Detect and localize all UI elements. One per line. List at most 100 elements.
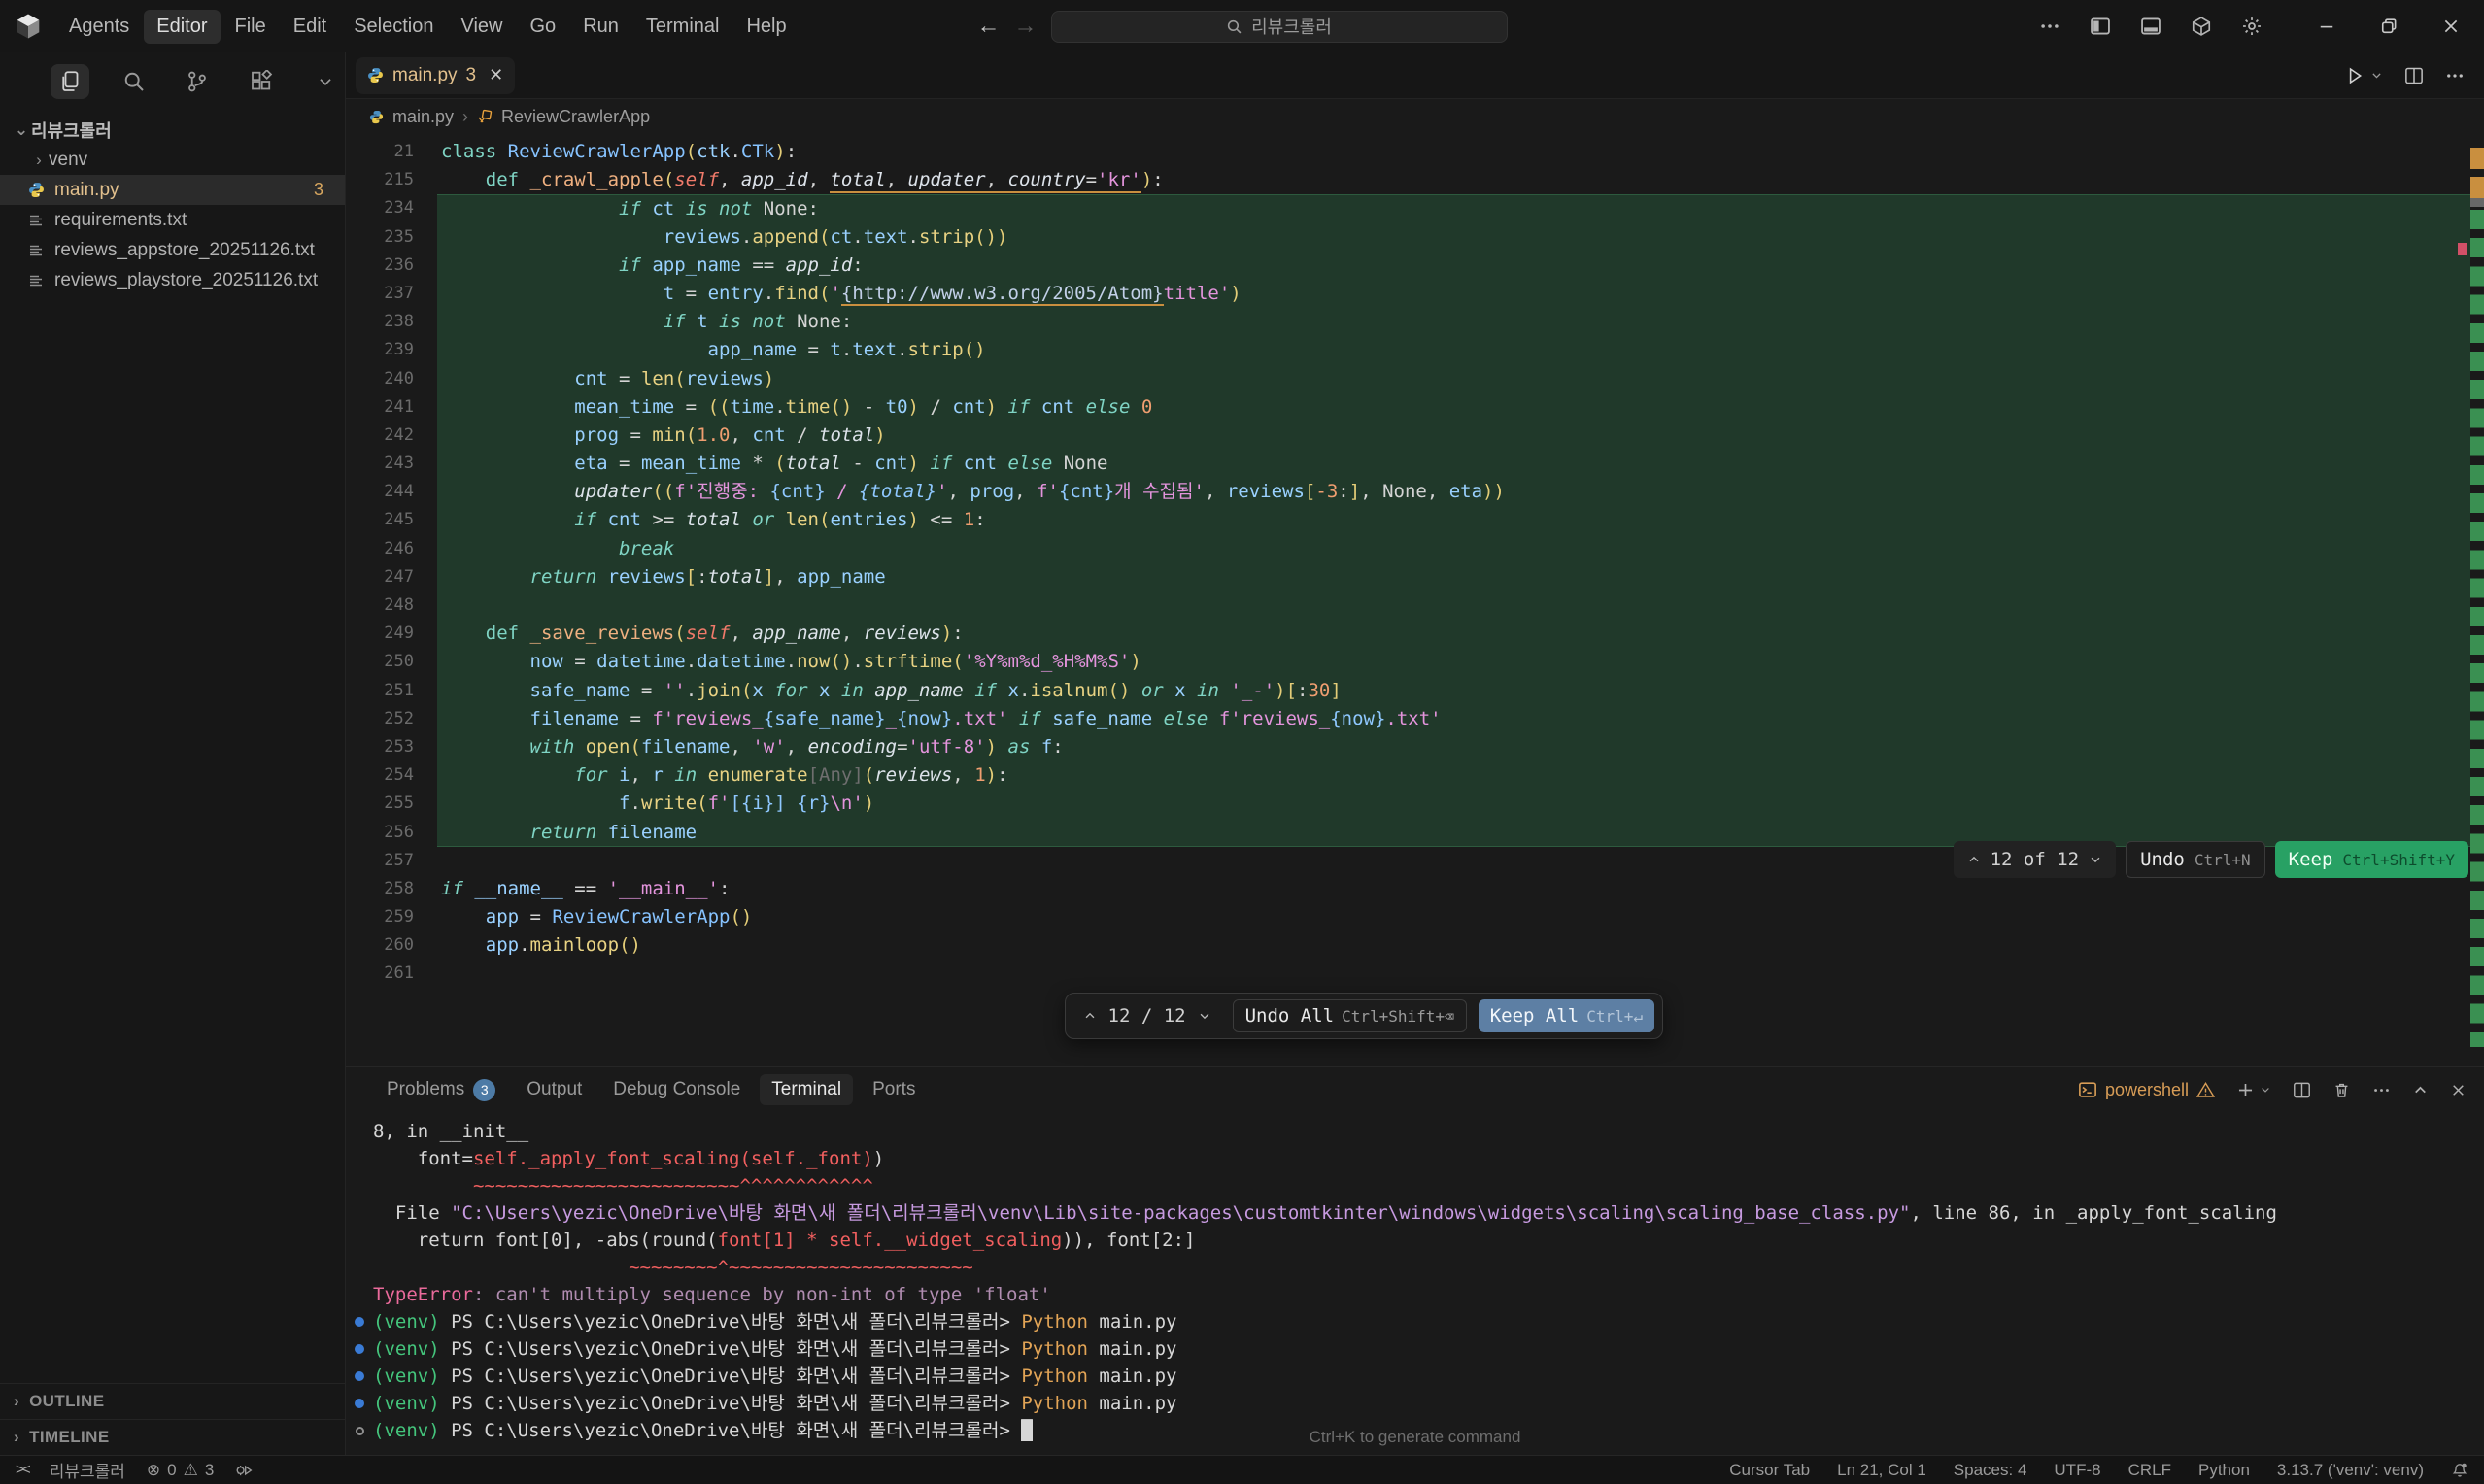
menu-agents[interactable]: Agents (56, 10, 142, 44)
explorer-item-main-py[interactable]: main.py3 (0, 175, 345, 205)
minimize-button[interactable] (2317, 17, 2336, 36)
code-token: () (830, 651, 852, 672)
explorer-item-venv[interactable]: ›venv (0, 145, 345, 175)
menu-file[interactable]: File (222, 10, 279, 44)
code-token: datetime (596, 651, 686, 672)
breadcrumb-file[interactable]: main.py (392, 107, 454, 127)
code-editor[interactable]: 21class ReviewCrawlerApp(ctk.CTk):215 de… (346, 134, 2484, 1066)
debug-icon[interactable] (235, 1462, 253, 1479)
restore-button[interactable] (2379, 17, 2399, 36)
panel-tab-output[interactable]: Output (515, 1074, 594, 1105)
close-panel-icon[interactable] (2450, 1082, 2467, 1098)
menu-selection[interactable]: Selection (341, 10, 446, 44)
code-token: / (826, 481, 859, 502)
undo-button[interactable]: Undo Ctrl+N (2126, 841, 2265, 878)
menu-run[interactable]: Run (570, 10, 631, 44)
code-token (441, 169, 486, 190)
chevron-down-icon[interactable] (1198, 1009, 1211, 1023)
breadcrumb[interactable]: main.py › ReviewCrawlerApp (346, 99, 2484, 134)
code-token: . (897, 339, 907, 360)
explorer-icon[interactable] (51, 64, 89, 99)
menu-go[interactable]: Go (518, 10, 569, 44)
remote-icon[interactable]: >< (16, 1462, 28, 1479)
chevron-down-icon[interactable] (2089, 853, 2102, 866)
more-actions-icon[interactable] (2039, 16, 2060, 37)
explorer-item-reviews-appstore-20251126-txt[interactable]: reviews_appstore_20251126.txt (0, 235, 345, 265)
extensions-icon[interactable] (242, 64, 281, 99)
terminal-instance[interactable]: powershell (2078, 1080, 2215, 1100)
line-number: 243 (346, 450, 414, 478)
keep-button[interactable]: Keep Ctrl+Shift+Y (2275, 841, 2468, 878)
diff-nav-counter[interactable]: 12 of 12 (1954, 841, 2117, 878)
status-item-python[interactable]: Python (2198, 1461, 2250, 1480)
split-terminal-icon[interactable] (2293, 1081, 2311, 1099)
chevron-up-icon[interactable] (1967, 853, 1981, 866)
maximize-panel-icon[interactable] (2412, 1082, 2429, 1098)
status-item-cursor[interactable]: Cursor Tab (1729, 1461, 1810, 1480)
split-editor-icon[interactable] (2404, 66, 2424, 85)
code-token: mean_time (574, 396, 674, 418)
menu-terminal[interactable]: Terminal (633, 10, 732, 44)
nav-forward-icon[interactable]: → (1014, 13, 1038, 40)
sidebar: ⌄ 리뷰크롤러 ›venvmain.py3requirements.txtrev… (0, 52, 346, 1455)
overview-ruler[interactable] (2470, 134, 2484, 1066)
code-token: f (1041, 736, 1052, 758)
status-item-crlf[interactable]: CRLF (2128, 1461, 2171, 1480)
explorer-item-reviews-playstore-20251126-txt[interactable]: reviews_playstore_20251126.txt (0, 265, 345, 295)
terminal-line: (venv) PS C:\Users\yezic\OneDrive\바탕 화면\… (346, 1390, 2484, 1417)
terminal[interactable]: 8, in __init__ font=self._apply_font_sca… (346, 1112, 2484, 1455)
notifications-bell-icon[interactable] (2451, 1462, 2468, 1479)
nav-back-icon[interactable]: ← (977, 13, 1001, 40)
cube-icon[interactable] (2191, 16, 2212, 37)
chevron-down-icon[interactable] (306, 64, 345, 99)
settings-gear-icon[interactable] (2241, 16, 2263, 37)
more-actions-icon[interactable] (2445, 66, 2465, 85)
explorer-root[interactable]: ⌄ 리뷰크롤러 (0, 115, 345, 145)
menu-help[interactable]: Help (733, 10, 799, 44)
titlebar-left: AgentsEditorFileEditSelectionViewGoRunTe… (0, 10, 800, 44)
source-control-icon[interactable] (179, 64, 218, 99)
status-item-ln[interactable]: Ln 21, Col 1 (1837, 1461, 1926, 1480)
titlebar: AgentsEditorFileEditSelectionViewGoRunTe… (0, 0, 2484, 52)
panel-tab-problems[interactable]: Problems3 (375, 1074, 507, 1106)
explorer-item-requirements-txt[interactable]: requirements.txt (0, 205, 345, 235)
status-problems[interactable]: ⊗ 0 ⚠ 3 (147, 1461, 214, 1480)
toggle-sidebar-icon[interactable] (2090, 16, 2111, 37)
code-token (441, 283, 664, 304)
menu-edit[interactable]: Edit (281, 10, 339, 44)
toggle-panel-icon[interactable] (2140, 16, 2161, 37)
code-token: (venv) (373, 1311, 440, 1332)
kill-terminal-icon[interactable] (2332, 1081, 2351, 1099)
breadcrumb-symbol[interactable]: ReviewCrawlerApp (501, 107, 650, 127)
keep-all-button[interactable]: Keep All Ctrl+↵ (1479, 999, 1654, 1032)
panel-tab-terminal[interactable]: Terminal (760, 1074, 853, 1105)
status-item-3.13.7[interactable]: 3.13.7 ('venv': venv) (2277, 1461, 2424, 1480)
menu-editor[interactable]: Editor (144, 10, 220, 44)
outline-section[interactable]: › OUTLINE (0, 1383, 345, 1419)
more-actions-icon[interactable] (2372, 1081, 2391, 1099)
chevron-up-icon[interactable] (1083, 1009, 1097, 1023)
status-workspace[interactable]: 리뷰크롤러 (50, 1458, 125, 1482)
activity-icons (0, 52, 345, 109)
code-token: enumerate (708, 764, 808, 786)
panel-tab-ports[interactable]: Ports (861, 1074, 927, 1105)
menu-view[interactable]: View (449, 10, 516, 44)
close-button[interactable] (2441, 17, 2461, 36)
new-terminal-icon[interactable] (2236, 1081, 2271, 1099)
tab-close-icon[interactable]: ✕ (489, 65, 503, 85)
undo-all-button[interactable]: Undo All Ctrl+Shift+⌫ (1233, 999, 1467, 1032)
run-button[interactable] (2345, 66, 2383, 85)
titlebar-search[interactable]: 리뷰크롤러 (1051, 11, 1508, 43)
search-sidebar-icon[interactable] (115, 64, 153, 99)
ruler-scrollbar-thumb[interactable] (2470, 198, 2484, 207)
timeline-section[interactable]: › TIMELINE (0, 1419, 345, 1455)
diff-global-counter[interactable]: 12 / 12 (1073, 1005, 1221, 1027)
code-token: i (619, 764, 630, 786)
code-token: CTk (741, 141, 774, 162)
panel-tab-debug-console[interactable]: Debug Console (601, 1074, 752, 1105)
tab-main-py[interactable]: main.py 3 ✕ (356, 57, 515, 94)
terminal-command-marker (346, 1145, 373, 1172)
status-item-spaces[interactable]: Spaces: 4 (1954, 1461, 2027, 1480)
status-item-utf-8[interactable]: UTF-8 (2054, 1461, 2100, 1480)
code-token (441, 424, 574, 446)
